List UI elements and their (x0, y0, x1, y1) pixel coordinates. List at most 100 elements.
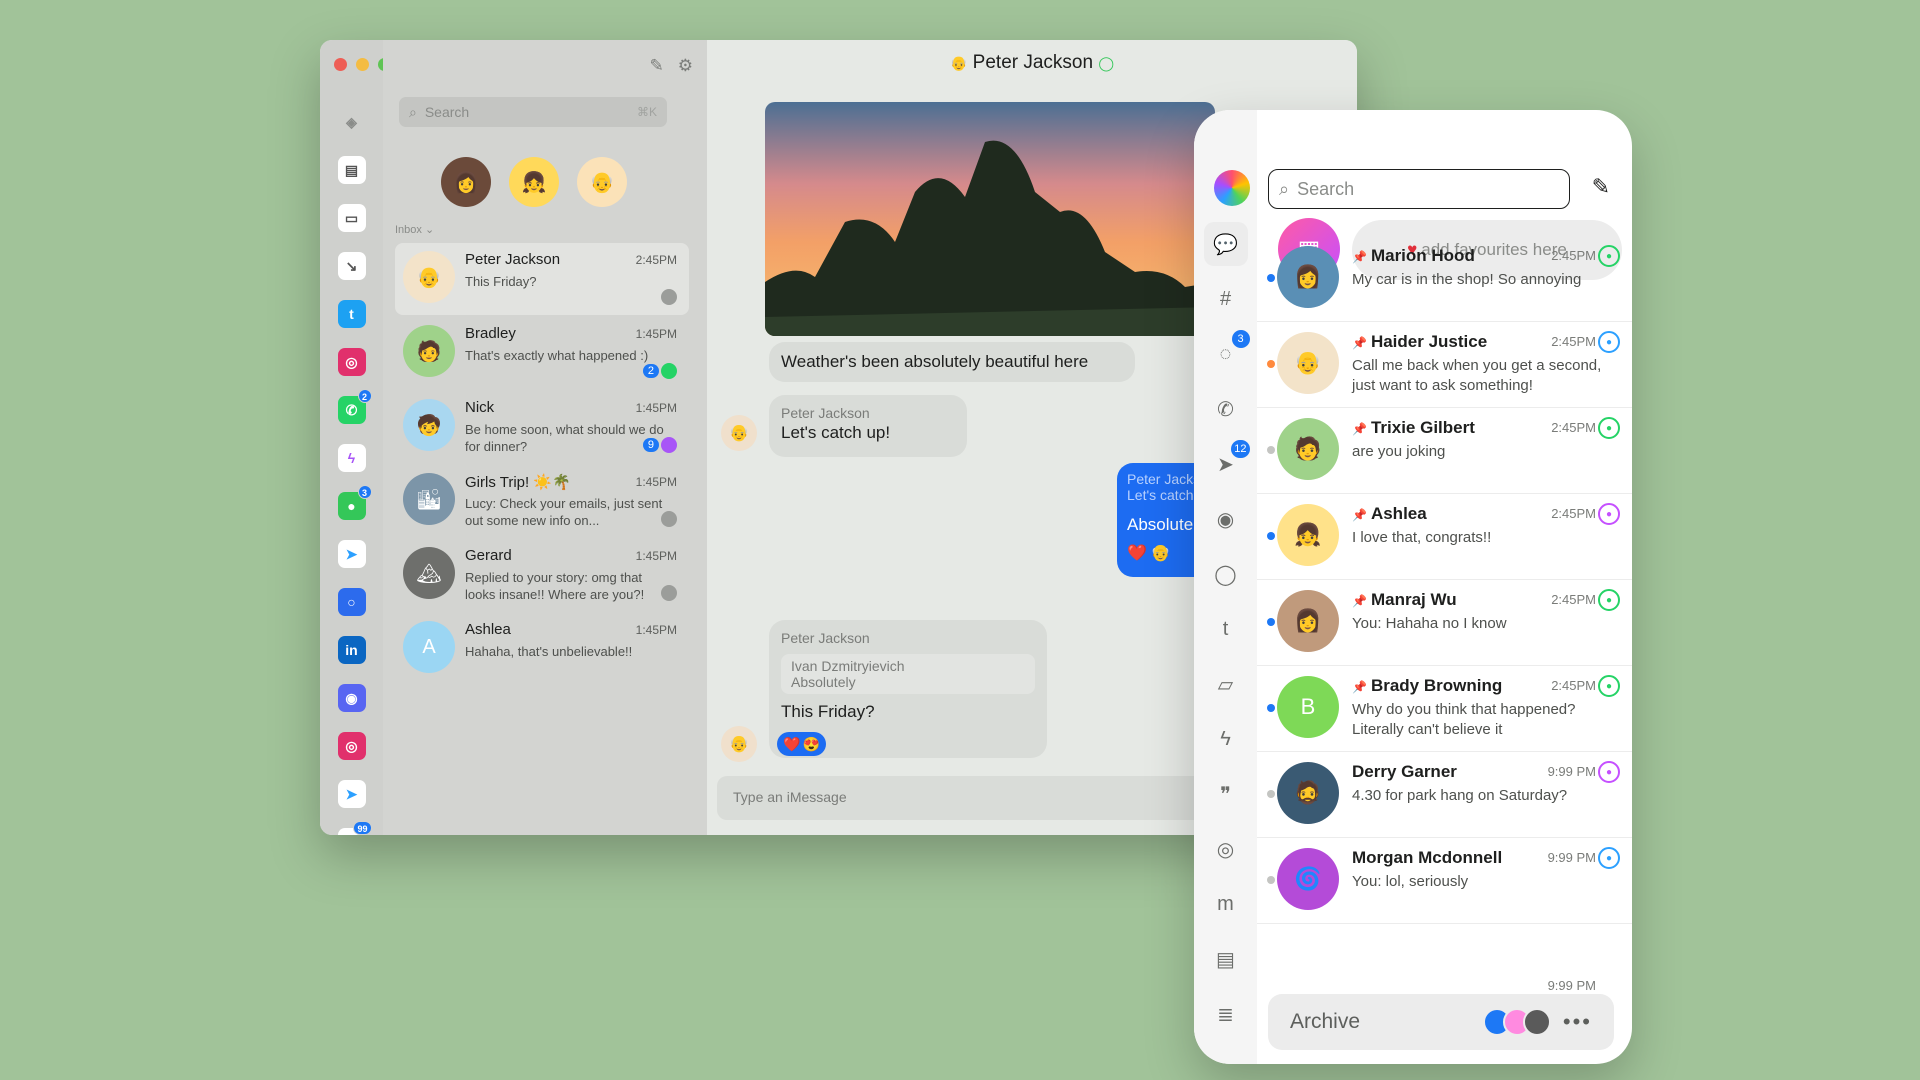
quoted-text: Absolutely (791, 674, 856, 690)
instagram-2-icon[interactable]: ◎ (337, 732, 366, 760)
message-meta (661, 585, 677, 601)
hangouts-icon[interactable]: ❞ (1204, 772, 1248, 816)
message-bubble[interactable]: Weather's been absolutely beautiful here (769, 342, 1135, 382)
gear-icon[interactable]: ⚙ (678, 56, 693, 76)
conversation-row[interactable]: 🧒 Nick 1:45PM Be home soon, what should … (395, 391, 689, 463)
conversation-row[interactable]: 🏙 Girls Trip! ☀️🌴 1:45PM Lucy: Check you… (395, 465, 689, 537)
avatar: 🏙 (403, 473, 455, 525)
twitter-icon[interactable]: t (1204, 607, 1248, 651)
list-item[interactable]: 👩 📌 Manraj Wu 2:45PM ● You: Hahaha no I k… (1257, 580, 1632, 666)
sunset-photo[interactable] (765, 102, 1215, 336)
discord-icon[interactable]: ◉ (337, 684, 366, 712)
message-time: 9:99 PM (1547, 764, 1596, 779)
contact-name: Gerard (465, 547, 512, 564)
telegram-icon[interactable]: ➤ (337, 540, 366, 568)
inbox-dropdown[interactable]: Inbox ⌄ (395, 223, 434, 236)
contact-name: 📌 Trixie Gilbert (1352, 418, 1475, 438)
contact-name: Girls Trip! ☀️🌴 (465, 474, 571, 491)
contact-name: Derry Garner (1352, 762, 1457, 782)
all-chats-icon[interactable]: ▤ (337, 156, 366, 184)
conversation-row[interactable]: 🏔 Gerard 1:45PM Replied to your story: o… (395, 539, 689, 611)
compose-icon[interactable]: ✎ (1592, 174, 1610, 200)
message-preview: Be home soon, what should we do for dinn… (465, 422, 664, 454)
favourite-avatar[interactable]: 👧 (509, 157, 559, 207)
message-time: 2:45PM (1551, 248, 1596, 263)
instagram-icon[interactable]: ◎ (1204, 827, 1248, 871)
chat-header: 👴 Peter Jackson ◯ (707, 52, 1357, 74)
signal-badge: 3 (1231, 330, 1250, 348)
unread-dot (1267, 790, 1275, 798)
favourite-avatar[interactable]: 👴 (577, 157, 627, 207)
matrix-icon[interactable]: m (1204, 882, 1248, 926)
app-logo-icon[interactable] (1214, 170, 1250, 206)
whatsapp-badge: 2 (357, 389, 372, 403)
google-chat-icon[interactable]: ▱ (1204, 662, 1248, 706)
favourite-avatar[interactable]: 👩 (441, 157, 491, 207)
imessage-badge: 3 (357, 485, 372, 499)
signal-icon[interactable]: ◌ 3 (1204, 330, 1250, 376)
instagram-icon[interactable]: ◎ (337, 348, 366, 376)
list-item[interactable]: 👴 📌 Haider Justice 2:45PM ● Call me back … (1257, 322, 1632, 408)
app-source-icon: ● (1598, 417, 1620, 439)
archive-button[interactable]: Archive ••• (1268, 994, 1614, 1050)
contact-name: 📌 Manraj Wu (1352, 590, 1457, 610)
message-bubble[interactable]: Peter Jackson Let's catch up! (769, 395, 967, 457)
twitter-icon[interactable]: t (337, 300, 366, 328)
chat-title[interactable]: Peter Jackson (973, 52, 1093, 73)
messenger-icon[interactable]: ϟ (1204, 717, 1248, 761)
conversation-list: ✎ ⚙ ⌕ Search ⌘K 👩 👧 👴 Inbox ⌄ 👴 Peter Ja… (383, 40, 707, 835)
linkedin-icon[interactable]: in (337, 636, 366, 664)
contact-name: Nick (465, 399, 495, 416)
list-item[interactable]: B 📌 Brady Browning 2:45PM ● Why do you th… (1257, 666, 1632, 752)
unread-dot (1267, 532, 1275, 540)
layers-icon[interactable]: ◈ (338, 108, 366, 136)
telegram-2-icon[interactable]: ➤ (337, 780, 366, 808)
notes-icon[interactable]: ≣ (1204, 992, 1248, 1036)
mobile-search-input[interactable]: ⌕ Search (1268, 169, 1570, 209)
conversation-row[interactable]: 🧑 Bradley 1:45PM That's exactly what hap… (395, 317, 689, 389)
sms-icon[interactable]: ▤ (1204, 937, 1248, 981)
inbox-icon[interactable]: ▭ (337, 204, 366, 232)
more-icon[interactable]: ••• (1563, 1009, 1592, 1035)
archive-label: Archive (1290, 1010, 1361, 1033)
archive-avatars (1482, 1008, 1551, 1036)
messenger-icon[interactable]: ϟ (337, 444, 366, 472)
signal-icon[interactable]: ○ (337, 588, 366, 616)
avatar: 👩 (1277, 246, 1339, 308)
message-time: 2:45PM (1551, 506, 1596, 521)
message-preview: Lucy: Check your emails, just sent out s… (465, 496, 663, 528)
whatsapp-icon[interactable]: ✆ (1204, 387, 1248, 431)
unread-dot (1267, 446, 1275, 454)
message-preview: Hahaha, that's unbelievable!! (465, 644, 633, 659)
whatsapp-icon[interactable]: ✆ 2 (337, 389, 372, 424)
slack-icon[interactable]: # 99 (337, 821, 372, 835)
app-source-icon: ● (1598, 847, 1620, 869)
imessage-icon[interactable]: ● 3 (337, 485, 372, 520)
slack-icon[interactable]: # (1204, 277, 1248, 321)
list-item[interactable]: 👧 📌 Ashlea 2:45PM ● I love that, congrats… (1257, 494, 1632, 580)
telegram-icon[interactable]: ➤ 12 (1204, 440, 1250, 486)
app-source-icon: ● (1598, 761, 1620, 783)
list-item[interactable]: 🌀 Morgan Mcdonnell 9:99 PM ● You: lol, s… (1257, 838, 1632, 924)
unread-dot (1267, 360, 1275, 368)
close-button[interactable] (334, 58, 347, 71)
search-input[interactable]: ⌕ Search ⌘K (399, 97, 667, 127)
pin-icon: 📌 (1352, 680, 1367, 694)
conversation-row[interactable]: A Ashlea 1:45PM Hahaha, that's unbelieva… (395, 613, 689, 685)
discord-icon[interactable]: ◉ (1204, 497, 1248, 541)
compose-icon[interactable]: ✎ (650, 56, 664, 76)
list-item[interactable]: 👩 📌 Marion Hood 2:45PM ● My car is in the… (1257, 236, 1632, 322)
list-item[interactable]: 🧑 📌 Trixie Gilbert 2:45PM ● are you jokin… (1257, 408, 1632, 494)
imessage-icon[interactable]: ◯ (1204, 552, 1248, 596)
low-priority-icon[interactable]: ↘ (337, 252, 366, 280)
search-icon: ⌕ (409, 103, 417, 120)
conversation-row[interactable]: 👴 Peter Jackson 2:45PM This Friday? (395, 243, 689, 315)
avatar (1522, 1008, 1551, 1036)
message-time: 9:99 PM (1547, 978, 1596, 993)
avatar: A (403, 621, 455, 673)
reactions[interactable]: ❤️ 😍 (777, 732, 826, 756)
app-source-icon (661, 437, 677, 453)
chats-icon[interactable]: 💬 (1203, 222, 1248, 266)
list-item[interactable]: 🧔 Derry Garner 9:99 PM ● 4.30 for park h… (1257, 752, 1632, 838)
minimize-button[interactable] (356, 58, 369, 71)
